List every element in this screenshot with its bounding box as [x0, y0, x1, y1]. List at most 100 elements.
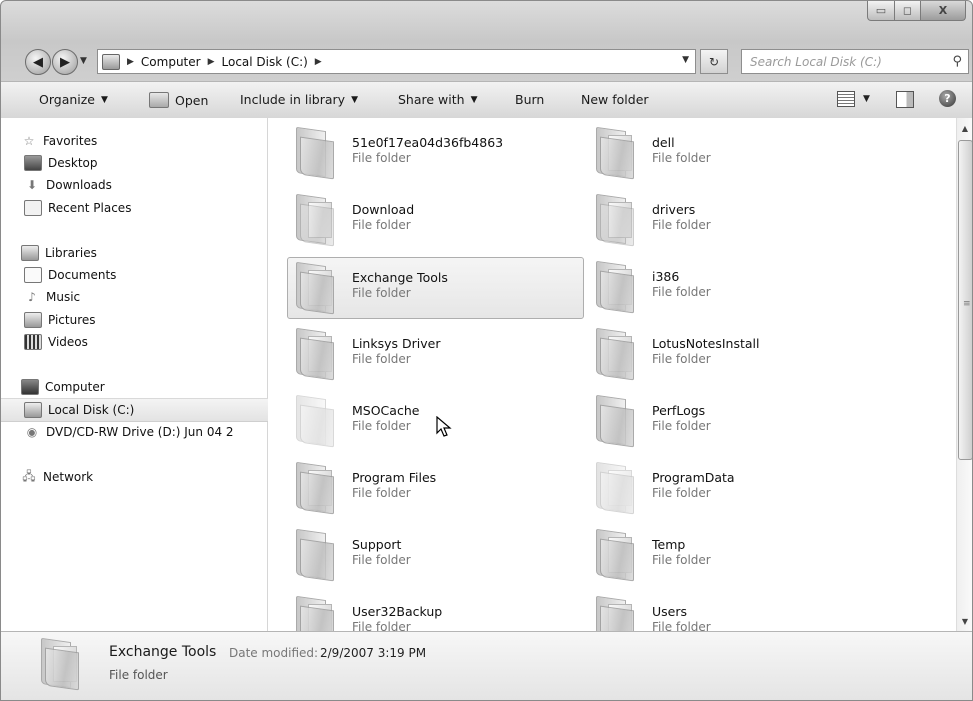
- folder-item[interactable]: User32Backup File folder: [288, 592, 583, 631]
- folder-type: File folder: [352, 151, 411, 165]
- recent-pages-dropdown-icon[interactable]: ▼: [80, 56, 87, 66]
- folder-type: File folder: [352, 218, 411, 232]
- folder-item[interactable]: Temp File folder: [588, 525, 883, 585]
- address-dropdown-icon[interactable]: ▼: [682, 55, 689, 65]
- address-row: ◀ ▶ ▼ ▶ Computer ▶ Local Disk (C:) ▶ ▼ ↻…: [1, 43, 972, 77]
- nav-item-local-disk[interactable]: Local Disk (C:): [1, 398, 290, 422]
- view-list-icon: [837, 91, 855, 107]
- minimize-button[interactable]: ▭: [867, 1, 895, 21]
- folder-item[interactable]: PerfLogs File folder: [588, 391, 883, 451]
- nav-item-videos[interactable]: Videos: [1, 331, 290, 353]
- folder-item[interactable]: Linksys Driver File folder: [288, 324, 583, 384]
- nav-item-label: Network: [43, 470, 94, 484]
- folder-item[interactable]: i386 File folder: [588, 257, 883, 317]
- folder-name: User32Backup: [352, 604, 443, 619]
- folder-item[interactable]: drivers File folder: [588, 190, 883, 250]
- address-bar[interactable]: ▶ Computer ▶ Local Disk (C:) ▶ ▼: [97, 49, 696, 74]
- include-in-library-button[interactable]: Include in library ▼: [240, 92, 358, 107]
- back-arrow-icon: ◀: [33, 54, 43, 70]
- nav-item-label: Local Disk (C:): [48, 403, 135, 417]
- nav-item-desktop[interactable]: Desktop: [1, 152, 290, 174]
- folder-icon: [596, 327, 642, 381]
- include-in-library-label: Include in library: [240, 92, 346, 107]
- folder-item[interactable]: 51e0f17ea04d36fb4863 File folder: [288, 123, 583, 183]
- chevron-right-icon[interactable]: ▶: [315, 57, 322, 67]
- nav-item-computer[interactable]: Computer: [1, 376, 287, 398]
- nav-item-recent-places[interactable]: Recent Places: [1, 197, 290, 219]
- nav-item-downloads[interactable]: ⬇ Downloads: [1, 174, 290, 196]
- local-disk-icon: [102, 53, 120, 70]
- folder-type: File folder: [652, 419, 711, 433]
- scrollbar-thumb[interactable]: ≡: [958, 140, 972, 460]
- nav-item-label: Libraries: [45, 246, 97, 260]
- folder-name: Exchange Tools: [352, 270, 448, 285]
- scroll-down-arrow-icon[interactable]: ▼: [957, 613, 972, 629]
- details-date-value: 2/9/2007 3:19 PM: [320, 646, 427, 660]
- nav-item-label: Favorites: [43, 134, 98, 148]
- folder-type: File folder: [352, 620, 411, 631]
- forward-button[interactable]: ▶: [52, 49, 78, 75]
- share-with-button[interactable]: Share with ▼: [398, 92, 478, 107]
- chevron-down-icon: ▼: [351, 94, 358, 105]
- burn-label: Burn: [515, 92, 545, 107]
- nav-item-favorites[interactable]: ☆ Favorites: [1, 130, 287, 152]
- new-folder-button[interactable]: New folder: [581, 92, 649, 107]
- new-folder-label: New folder: [581, 92, 649, 107]
- libraries-icon: [21, 245, 39, 261]
- nav-item-dvd-drive[interactable]: ◉ DVD/CD-RW Drive (D:) Jun 04 2: [1, 421, 290, 443]
- breadcrumb-computer[interactable]: Computer: [141, 55, 201, 69]
- folder-item[interactable]: ProgramData File folder: [588, 458, 883, 518]
- folder-icon: [596, 394, 642, 448]
- folder-item[interactable]: dell File folder: [588, 123, 883, 183]
- chevron-right-icon[interactable]: ▶: [208, 57, 215, 67]
- burn-button[interactable]: Burn: [515, 92, 544, 107]
- nav-item-pictures[interactable]: Pictures: [1, 309, 290, 331]
- change-view-button[interactable]: ▼: [837, 91, 870, 107]
- search-icon[interactable]: ⚲: [952, 54, 962, 69]
- folder-item[interactable]: Program Files File folder: [288, 458, 583, 518]
- folder-icon: [296, 528, 342, 582]
- folder-name: MSOCache: [352, 403, 420, 418]
- folder-icon: [596, 595, 642, 631]
- folder-icon: [296, 595, 342, 631]
- back-button[interactable]: ◀: [25, 49, 51, 75]
- chevron-down-icon: ▼: [863, 94, 870, 104]
- nav-item-label: Computer: [45, 380, 105, 394]
- scroll-up-arrow-icon[interactable]: ▲: [957, 120, 972, 136]
- folder-name: Support: [352, 537, 402, 552]
- help-icon: ?: [944, 92, 951, 105]
- folder-icon: [296, 193, 342, 247]
- search-input[interactable]: Search Local Disk (C:) ⚲: [741, 49, 969, 74]
- chevron-right-icon[interactable]: ▶: [127, 57, 134, 67]
- nav-item-documents[interactable]: Documents: [1, 264, 290, 286]
- breadcrumb-local-disk[interactable]: Local Disk (C:): [222, 55, 308, 69]
- nav-item-libraries[interactable]: Libraries: [1, 242, 287, 264]
- folder-icon: [296, 327, 342, 381]
- mouse-cursor-icon: [436, 416, 452, 437]
- folder-icon: [596, 461, 642, 515]
- folder-icon: [296, 394, 342, 448]
- preview-pane-button[interactable]: [896, 91, 914, 108]
- folder-name: Linksys Driver: [352, 336, 441, 351]
- nav-item-network[interactable]: 🖧 Network: [1, 466, 287, 488]
- help-button[interactable]: ?: [939, 90, 956, 107]
- folder-item[interactable]: Download File folder: [288, 190, 583, 250]
- refresh-button[interactable]: ↻: [700, 49, 728, 74]
- folder-item-selected[interactable]: Exchange Tools File folder: [287, 257, 584, 319]
- open-button[interactable]: Open: [149, 92, 208, 108]
- maximize-button[interactable]: ◻: [895, 1, 921, 21]
- organize-button[interactable]: Organize ▼: [39, 92, 108, 107]
- nav-item-music[interactable]: ♪ Music: [1, 286, 290, 308]
- folder-item[interactable]: Users File folder: [588, 592, 883, 631]
- close-button[interactable]: X: [921, 1, 966, 21]
- vertical-scrollbar[interactable]: ▲ ≡ ▼: [956, 118, 972, 631]
- folder-type: File folder: [652, 486, 711, 500]
- folder-item[interactable]: LotusNotesInstall File folder: [588, 324, 883, 384]
- music-icon: ♪: [28, 290, 36, 304]
- nav-item-label: Downloads: [46, 178, 112, 192]
- folder-item[interactable]: Support File folder: [288, 525, 583, 585]
- explorer-window: ▭ ◻ X ◀ ▶ ▼ ▶ Computer ▶ Local Disk (C:)…: [0, 0, 973, 701]
- nav-item-label: Videos: [48, 335, 88, 349]
- folder-icon: [596, 260, 642, 314]
- star-icon: ☆: [23, 134, 35, 148]
